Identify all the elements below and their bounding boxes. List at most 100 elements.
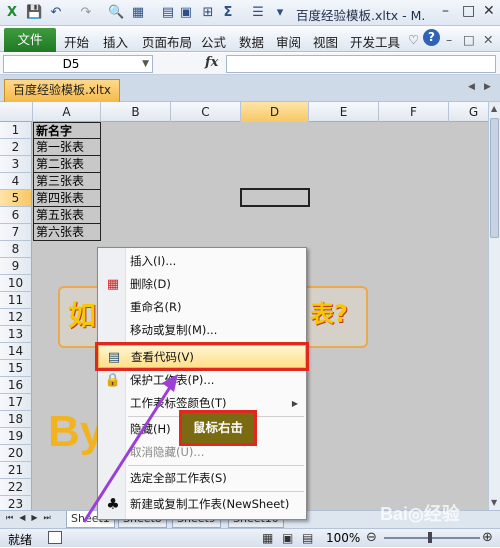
column-header-e[interactable]: E <box>309 102 379 122</box>
row-header[interactable]: 4 <box>0 173 32 190</box>
cell-a2[interactable]: 第一张表 <box>33 139 101 156</box>
normal-view-icon[interactable]: ▦ <box>262 531 273 545</box>
menu-item-delete[interactable]: ▦ 删除(D) <box>98 273 306 296</box>
redo-icon[interactable]: ↷ <box>78 5 94 21</box>
customize-qat-icon[interactable]: ▾ <box>272 5 288 21</box>
zoom-slider[interactable] <box>384 537 480 539</box>
row-header[interactable]: 5 <box>0 190 32 207</box>
row-header[interactable]: 8 <box>0 241 32 258</box>
active-cell-d5[interactable] <box>240 188 310 207</box>
cell-a3[interactable]: 第二张表 <box>33 156 101 173</box>
scroll-up-icon[interactable]: ▲ <box>491 104 497 113</box>
undo-icon[interactable]: ↶ <box>48 5 64 21</box>
cell-a6[interactable]: 第五张表 <box>33 207 101 224</box>
cell-a7[interactable]: 第六张表 <box>33 224 101 241</box>
tab-scroll-left-icon[interactable]: ◀ <box>468 82 475 92</box>
save-icon[interactable]: 💾 <box>26 5 42 21</box>
row-header[interactable]: 15 <box>0 360 32 377</box>
vertical-scrollbar[interactable]: ▲ ▼ <box>488 102 500 510</box>
row-header[interactable]: 20 <box>0 445 32 462</box>
sheet-tab-context-menu: 插入(I)... ▦ 删除(D) 重命名(R) 移动或复制(M)... ▤ 查看代码… <box>95 247 309 520</box>
menu-item-protect-sheet[interactable]: 🔒 保护工作表(P)... <box>98 369 306 392</box>
menu-item-move-copy[interactable]: 移动或复制(M)... <box>98 319 306 342</box>
tab-data[interactable]: 数据 <box>239 32 264 51</box>
chevron-down-icon[interactable]: ▼ <box>142 56 149 72</box>
sort-icon[interactable]: ▦ <box>130 5 146 21</box>
doc-restore-icon[interactable]: □ <box>463 32 475 47</box>
formula-input[interactable] <box>226 55 496 73</box>
macro-record-icon[interactable] <box>48 531 62 544</box>
column-header-g[interactable]: G <box>449 102 488 122</box>
scrollbar-thumb[interactable] <box>490 118 499 238</box>
zoom-in-icon[interactable]: ⊕ <box>482 530 493 545</box>
column-header-c[interactable]: C <box>171 102 241 122</box>
row-header[interactable]: 11 <box>0 292 32 309</box>
row-header[interactable]: 14 <box>0 343 32 360</box>
row-header[interactable]: 9 <box>0 258 32 275</box>
scroll-down-icon[interactable]: ▼ <box>491 498 497 507</box>
tab-page-layout[interactable]: 页面布局 <box>142 32 192 51</box>
annotation-callout: 鼠标右击 <box>179 410 257 446</box>
zoom-level[interactable]: 100% <box>326 531 360 545</box>
cell-a4[interactable]: 第三张表 <box>33 173 101 190</box>
menu-item-view-code[interactable]: ▤ 查看代码(V) <box>95 342 309 371</box>
menu-item-insert[interactable]: 插入(I)... <box>98 250 306 273</box>
border-icon[interactable]: ⊞ <box>200 5 216 21</box>
cell-a5[interactable]: 第四张表 <box>33 190 101 207</box>
align-icon[interactable]: ☰ <box>250 5 266 21</box>
tab-review[interactable]: 审阅 <box>276 32 301 51</box>
zoom-slider-thumb[interactable] <box>428 532 432 543</box>
row-header[interactable]: 23 <box>0 496 32 510</box>
row-header[interactable]: 22 <box>0 479 32 496</box>
doc-minimize-icon[interactable]: – <box>446 32 452 47</box>
zoom-out-icon[interactable]: ⊖ <box>366 530 377 545</box>
page-layout-view-icon[interactable]: ▣ <box>282 531 293 545</box>
menu-item-label: 删除(D) <box>130 277 171 291</box>
insert-function-icon[interactable]: fx <box>205 55 218 70</box>
row-header[interactable]: 18 <box>0 411 32 428</box>
ribbon-minimize-icon[interactable]: ♡ <box>408 32 419 47</box>
document-tab[interactable]: 百度经验模板.xltx <box>4 79 120 102</box>
tab-view[interactable]: 视图 <box>313 32 338 51</box>
tab-formulas[interactable]: 公式 <box>201 32 226 51</box>
row-header[interactable]: 17 <box>0 394 32 411</box>
row-header[interactable]: 1 <box>0 122 32 139</box>
camera-icon[interactable]: ▤ <box>160 5 176 21</box>
cell-a1[interactable]: 新名字 <box>33 122 101 139</box>
doc-close-icon[interactable]: ✕ <box>483 32 493 47</box>
file-tab[interactable]: 文件 <box>4 28 56 52</box>
help-icon[interactable]: ? <box>423 29 440 46</box>
autosum-icon[interactable]: Σ <box>220 5 236 21</box>
column-header-a[interactable]: A <box>33 102 101 122</box>
page-break-view-icon[interactable]: ▤ <box>302 531 313 545</box>
tab-home[interactable]: 开始 <box>64 32 89 51</box>
row-header[interactable]: 21 <box>0 462 32 479</box>
row-header[interactable]: 12 <box>0 309 32 326</box>
row-header[interactable]: 3 <box>0 156 32 173</box>
print-preview-icon[interactable]: 🔍 <box>108 5 124 21</box>
row-header[interactable]: 2 <box>0 139 32 156</box>
row-header[interactable]: 7 <box>0 224 32 241</box>
close-button[interactable]: ✕ <box>483 3 495 19</box>
menu-item-new-sheet[interactable]: ♣ 新建或复制工作表(NewSheet) <box>98 493 306 516</box>
name-box[interactable]: D5 ▼ <box>3 55 153 73</box>
column-header-f[interactable]: F <box>379 102 449 122</box>
tab-insert[interactable]: 插入 <box>103 32 128 51</box>
sheet-nav-icon[interactable]: ⏮◀▶⏭ <box>6 513 57 523</box>
tab-scroll-right-icon[interactable]: ▶ <box>484 82 491 92</box>
menu-item-select-all-sheets[interactable]: 选定全部工作表(S) <box>98 467 306 490</box>
restore-button[interactable]: □ <box>462 3 475 19</box>
select-all-corner[interactable] <box>0 102 33 122</box>
row-header[interactable]: 6 <box>0 207 32 224</box>
row-header[interactable]: 10 <box>0 275 32 292</box>
clipboard-icon[interactable]: ▣ <box>178 5 194 21</box>
delete-icon: ▦ <box>106 277 120 292</box>
row-header[interactable]: 19 <box>0 428 32 445</box>
menu-item-rename[interactable]: 重命名(R) <box>98 296 306 319</box>
minimize-button[interactable]: – <box>442 3 449 19</box>
tab-developer[interactable]: 开发工具 <box>350 32 400 51</box>
row-header[interactable]: 16 <box>0 377 32 394</box>
column-header-b[interactable]: B <box>101 102 171 122</box>
column-header-d[interactable]: D <box>241 102 309 122</box>
row-header[interactable]: 13 <box>0 326 32 343</box>
